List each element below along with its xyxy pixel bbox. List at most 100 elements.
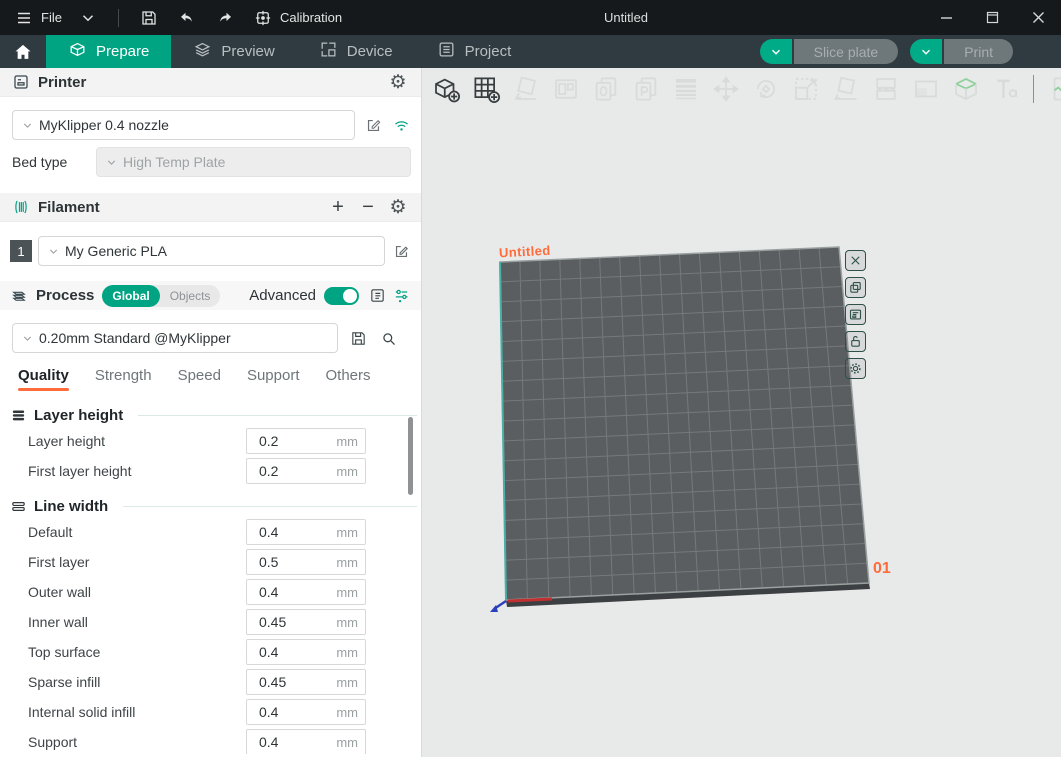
- chevron-down-icon[interactable]: [78, 8, 98, 28]
- param-unit: mm: [336, 735, 358, 750]
- settings-scrollbar[interactable]: [408, 417, 413, 495]
- delete-plate-icon[interactable]: [845, 250, 866, 271]
- chevron-down-icon: [21, 332, 34, 345]
- bed-type-select[interactable]: High Temp Plate: [96, 147, 411, 177]
- param-value: 0.2: [259, 463, 336, 479]
- tab-preview[interactable]: Preview: [171, 35, 296, 68]
- tune-parameters-icon[interactable]: [391, 286, 411, 306]
- project-icon: [437, 40, 456, 63]
- param-label: Support: [28, 734, 246, 750]
- color-painting-icon: [950, 74, 981, 105]
- save-preset-icon[interactable]: [348, 328, 368, 348]
- build-plate[interactable]: [423, 68, 1061, 757]
- tab-prepare[interactable]: Prepare: [46, 35, 171, 68]
- process-preset-select[interactable]: 0.20mm Standard @MyKlipper: [12, 323, 338, 353]
- param-input[interactable]: 0.4mm: [246, 639, 366, 665]
- param-value: 0.4: [259, 704, 336, 720]
- param-input[interactable]: 0.4mm: [246, 729, 366, 754]
- filament-section-header[interactable]: Filament + − ⚙: [0, 193, 421, 222]
- viewport-toolbar: [423, 68, 1061, 110]
- print-dropdown-button[interactable]: [910, 39, 942, 64]
- parameter-list-icon[interactable]: [367, 286, 387, 306]
- tab-device[interactable]: Device: [297, 35, 415, 68]
- home-icon[interactable]: [0, 35, 46, 68]
- viewport-3d[interactable]: Untitled 01: [423, 68, 1061, 757]
- tab-project[interactable]: Project: [415, 35, 534, 68]
- settings-tab-others[interactable]: Others: [326, 367, 371, 391]
- param-input[interactable]: 0.2mm: [246, 428, 366, 454]
- redo-icon[interactable]: [215, 8, 235, 28]
- process-icon: [10, 287, 28, 305]
- arrange-icon: [550, 74, 581, 105]
- printer-settings-gear-icon[interactable]: ⚙: [387, 71, 409, 93]
- add-object-icon[interactable]: [430, 74, 461, 105]
- group-header-line-width[interactable]: Line width: [0, 495, 421, 517]
- clone-plate-icon[interactable]: [845, 277, 866, 298]
- param-row-outer-wall: Outer wall0.4mm: [0, 577, 421, 607]
- restore-icon[interactable]: [969, 0, 1015, 35]
- param-value: 0.4: [259, 524, 336, 540]
- add-filament-icon[interactable]: +: [327, 196, 349, 218]
- remove-filament-icon[interactable]: −: [357, 196, 379, 218]
- preview-icon: [193, 40, 212, 63]
- param-input[interactable]: 0.45mm: [246, 609, 366, 635]
- group-header-layer-height[interactable]: Layer height: [0, 404, 421, 426]
- file-menu-button[interactable]: File: [14, 8, 62, 28]
- rotate-icon: [750, 74, 781, 105]
- calibration-button[interactable]: Calibration: [253, 8, 342, 28]
- printer-section-header[interactable]: Printer ⚙: [0, 68, 421, 97]
- param-row-default: Default0.4mm: [0, 517, 421, 547]
- settings-tab-strength[interactable]: Strength: [95, 367, 152, 391]
- mesh-boolean-icon: [910, 74, 941, 105]
- print-button[interactable]: Print: [944, 39, 1013, 64]
- advanced-toggle[interactable]: [324, 287, 359, 305]
- minimize-icon[interactable]: [923, 0, 969, 35]
- line-width-icon: [10, 498, 27, 515]
- param-row-internal-solid-infill: Internal solid infill0.4mm: [0, 697, 421, 727]
- filament-settings-gear-icon[interactable]: ⚙: [387, 196, 409, 218]
- slice-plate-group: Slice plate: [760, 39, 899, 64]
- lock-plate-icon[interactable]: [845, 331, 866, 352]
- param-input[interactable]: 0.5mm: [246, 549, 366, 575]
- param-input[interactable]: 0.4mm: [246, 699, 366, 725]
- param-value: 0.2: [259, 433, 336, 449]
- edit-filament-icon[interactable]: [391, 241, 411, 261]
- param-unit: mm: [336, 645, 358, 660]
- add-plate-icon[interactable]: [470, 74, 501, 105]
- plate-settings-list-icon[interactable]: [845, 304, 866, 325]
- param-label: Layer height: [28, 433, 246, 449]
- close-icon[interactable]: [1015, 0, 1061, 35]
- filament-icon: [12, 198, 30, 216]
- settings-tab-quality[interactable]: Quality: [18, 367, 69, 391]
- save-icon[interactable]: [139, 8, 159, 28]
- slice-plate-button[interactable]: Slice plate: [794, 39, 899, 64]
- chevron-down-icon: [21, 119, 34, 132]
- settings-tab-support[interactable]: Support: [247, 367, 300, 391]
- slice-dropdown-button[interactable]: [760, 39, 792, 64]
- param-input[interactable]: 0.2mm: [246, 458, 366, 484]
- printer-preset-select[interactable]: MyKlipper 0.4 nozzle: [12, 110, 355, 140]
- param-input[interactable]: 0.45mm: [246, 669, 366, 695]
- undo-icon[interactable]: [177, 8, 197, 28]
- titlebar-separator: [118, 9, 119, 27]
- titlebar: File Calibration Untitled: [0, 0, 1061, 35]
- plate-gear-icon[interactable]: [845, 358, 866, 379]
- process-preset-value: 0.20mm Standard @MyKlipper: [39, 330, 231, 346]
- tab-label: Project: [465, 43, 512, 60]
- param-unit: mm: [336, 464, 358, 479]
- scope-global-button[interactable]: Global: [102, 285, 159, 307]
- param-input[interactable]: 0.4mm: [246, 579, 366, 605]
- param-row-first-layer: First layer0.5mm: [0, 547, 421, 577]
- param-label: First layer: [28, 554, 246, 570]
- param-input[interactable]: 0.4mm: [246, 519, 366, 545]
- param-row-first-layer-height: First layer height0.2mm: [0, 456, 421, 486]
- filament-preset-select[interactable]: My Generic PLA: [38, 236, 385, 266]
- group-title: Layer height: [34, 407, 123, 424]
- wifi-connection-icon[interactable]: [391, 115, 411, 135]
- filament-slot-badge[interactable]: 1: [10, 240, 32, 262]
- param-label: Default: [28, 524, 246, 540]
- settings-tab-speed[interactable]: Speed: [178, 367, 221, 391]
- edit-printer-icon[interactable]: [363, 115, 383, 135]
- scope-objects-button[interactable]: Objects: [160, 285, 221, 307]
- search-icon[interactable]: [378, 328, 398, 348]
